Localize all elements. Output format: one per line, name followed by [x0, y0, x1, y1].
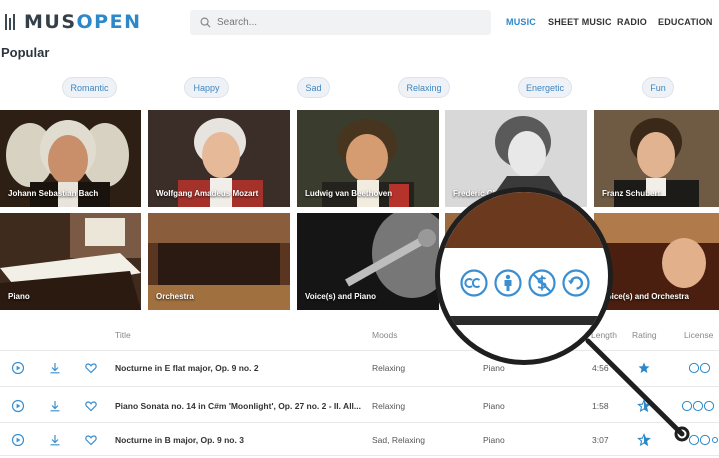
magnified-orchestra-photo — [440, 192, 608, 248]
track-instrument: Piano — [483, 435, 505, 445]
license-magnifier — [435, 187, 613, 365]
noncommercial-icon — [528, 269, 556, 297]
mood-relaxing[interactable]: Relaxing — [398, 77, 450, 98]
composer-tile-beethoven[interactable]: Ludwig van Beethoven — [297, 110, 439, 207]
heart-icon[interactable] — [84, 433, 98, 447]
play-icon[interactable] — [11, 433, 25, 447]
composer-tile-bach[interactable]: Johann Sebastian Bach — [0, 110, 141, 207]
track-moods: Sad, Relaxing — [372, 435, 425, 445]
track-instrument: Piano — [483, 363, 505, 373]
nav-education[interactable]: EDUCATION — [658, 17, 713, 27]
attribution-icon — [494, 269, 522, 297]
play-icon[interactable] — [11, 399, 25, 413]
search-bar[interactable] — [190, 10, 491, 35]
instrument-name: Voice(s) and Piano — [305, 292, 376, 301]
track-title[interactable]: Nocturne in E flat major, Op. 9 no. 2 — [115, 363, 259, 373]
magnifier-handle — [585, 338, 690, 442]
magnified-divider — [440, 316, 608, 325]
instrument-name: Voice(s) and Orchestra — [602, 292, 689, 301]
instrument-tile-orchestra[interactable]: Orchestra — [148, 213, 290, 310]
magnified-license-icons — [460, 269, 590, 297]
search-icon — [200, 17, 211, 28]
header: MUSOPEN MUSIC SHEET MUSIC RADIO EDUCATIO… — [0, 0, 719, 44]
download-icon[interactable] — [48, 433, 62, 447]
mood-happy[interactable]: Happy — [184, 77, 229, 98]
instrument-tile-voice-orchestra[interactable]: Voice(s) and Orchestra — [594, 213, 719, 310]
section-title: Popular — [1, 45, 50, 60]
nav-music[interactable]: MUSIC — [506, 17, 536, 27]
download-icon[interactable] — [48, 361, 62, 375]
license-cc-icons[interactable] — [688, 433, 718, 447]
instrument-tile-voice-piano[interactable]: Voice(s) and Piano — [297, 213, 439, 310]
composer-tile-schubert[interactable]: Franz Schubert — [594, 110, 719, 207]
track-title[interactable]: Piano Sonata no. 14 in C#m 'Moonlight', … — [115, 401, 361, 411]
composer-name: Ludwig van Beethoven — [305, 189, 393, 198]
instrument-name: Orchestra — [156, 292, 194, 301]
instrument-name: Piano — [8, 292, 30, 301]
mood-fun[interactable]: Fun — [642, 77, 674, 98]
composer-name: Wolfgang Amadeus Mozart — [156, 189, 259, 198]
track-moods: Relaxing — [372, 363, 406, 373]
mood-sad[interactable]: Sad — [297, 77, 330, 98]
mood-romantic[interactable]: Romantic — [62, 77, 117, 98]
track-instrument: Piano — [483, 401, 505, 411]
composer-name: Johann Sebastian Bach — [8, 189, 99, 198]
cc-icon — [460, 269, 488, 297]
heart-icon[interactable] — [84, 361, 98, 375]
composer-name: Franz Schubert — [602, 189, 661, 198]
track-moods: Relaxing — [372, 401, 406, 411]
sharealike-icon — [562, 269, 590, 297]
download-icon[interactable] — [48, 399, 62, 413]
track-title[interactable]: Nocturne in B major, Op. 9 no. 3 — [115, 435, 244, 445]
logo-text: MUSOPEN — [24, 11, 142, 33]
logo-bars-icon — [4, 12, 22, 32]
instrument-tile-piano[interactable]: Piano — [0, 213, 141, 310]
nav-sheet-music[interactable]: SHEET MUSIC — [548, 17, 612, 27]
musopen-logo[interactable]: MUSOPEN — [4, 11, 142, 33]
heart-icon[interactable] — [84, 399, 98, 413]
nav-radio[interactable]: RADIO — [617, 17, 647, 27]
play-icon[interactable] — [11, 361, 25, 375]
mood-energetic[interactable]: Energetic — [518, 77, 572, 98]
search-input[interactable] — [217, 17, 467, 28]
composer-tile-mozart[interactable]: Wolfgang Amadeus Mozart — [148, 110, 290, 207]
column-header-moods[interactable]: Moods — [372, 330, 398, 340]
row-divider — [0, 455, 719, 456]
column-header-title[interactable]: Title — [115, 330, 131, 340]
